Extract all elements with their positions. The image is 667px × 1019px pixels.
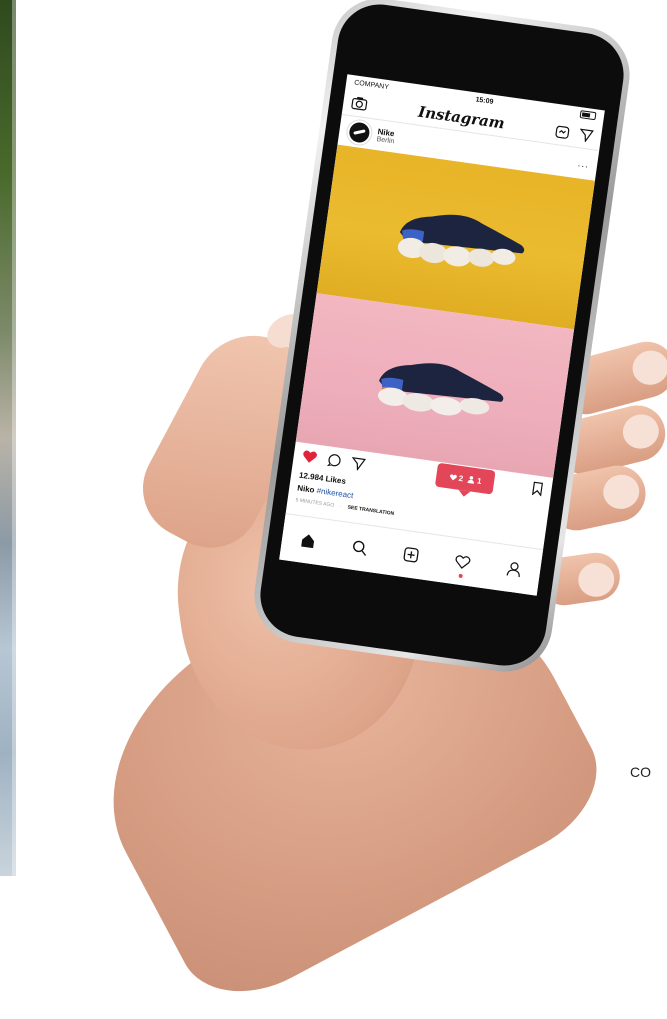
notification-likes: 2	[448, 472, 464, 483]
person-icon	[467, 476, 474, 484]
background-blur-strip	[0, 0, 16, 876]
add-icon[interactable]	[402, 546, 420, 564]
camera-icon[interactable]	[351, 95, 369, 111]
home-icon[interactable]	[299, 531, 317, 549]
activity-icon[interactable]	[454, 553, 472, 579]
bookmark-icon[interactable]	[531, 481, 545, 497]
shoe-image	[397, 214, 525, 267]
heart-icon	[449, 473, 457, 480]
search-icon[interactable]	[351, 539, 369, 557]
more-options-button[interactable]: ...	[577, 158, 590, 170]
notification-followers: 1	[467, 474, 483, 486]
share-icon[interactable]	[350, 456, 367, 472]
avatar[interactable]	[345, 118, 373, 147]
heart-icon[interactable]	[301, 449, 319, 465]
post-location[interactable]: Berlin	[376, 136, 395, 145]
activity-indicator-dot	[458, 573, 463, 579]
see-translation-link[interactable]: SEE TRANSLATION	[347, 505, 394, 517]
profile-icon[interactable]	[505, 560, 523, 578]
background-text-fragment: CO	[630, 764, 651, 780]
carrier-label: COMPANY	[353, 78, 390, 91]
post-user: Nike Berlin	[376, 127, 396, 145]
phone-screen: COMPANY 15:09 Instagram Nike Berlin ... …	[279, 74, 605, 596]
notification-likes-count: 2	[458, 473, 464, 483]
time-label: 15:09	[475, 95, 494, 106]
shoe-image	[378, 363, 504, 416]
comment-icon[interactable]	[326, 452, 343, 468]
igtv-icon[interactable]	[555, 124, 571, 140]
post-time: 5 MINUTES AGO	[295, 497, 335, 509]
notification-followers-count: 1	[476, 475, 483, 486]
battery-icon	[579, 110, 597, 121]
header-actions	[555, 124, 595, 143]
direct-icon[interactable]	[578, 127, 594, 143]
